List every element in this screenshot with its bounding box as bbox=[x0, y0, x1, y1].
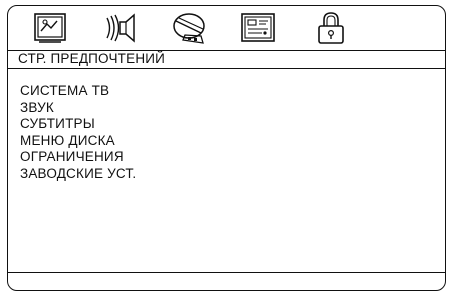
preference-menu: СИСТЕМА ТВ ЗВУК СУБТИТРЫ МЕНЮ ДИСКА ОГРА… bbox=[20, 83, 136, 183]
preference-panel-icon bbox=[241, 13, 275, 42]
menu-item-audio[interactable]: ЗВУК bbox=[20, 100, 136, 117]
menu-item-disc-menu[interactable]: МЕНЮ ДИСКА bbox=[20, 133, 136, 150]
menu-item-factory-defaults[interactable]: ЗАВОДСКИЕ УСТ. bbox=[20, 166, 136, 183]
setup-tab-bar bbox=[7, 5, 446, 52]
menu-item-tv-system[interactable]: СИСТЕМА ТВ bbox=[20, 83, 136, 100]
tab-preferences[interactable] bbox=[240, 11, 276, 45]
monitor-settings-icon bbox=[34, 13, 66, 43]
menu-item-parental-control[interactable]: ОГРАНИЧЕНИЯ bbox=[20, 149, 136, 166]
menu-item-subtitles[interactable]: СУБТИТРЫ bbox=[20, 116, 136, 133]
tab-general[interactable] bbox=[33, 11, 69, 45]
page-title: СТР. ПРЕДПОЧТЕНИЙ bbox=[18, 51, 166, 66]
padlock-icon bbox=[318, 12, 344, 44]
status-divider bbox=[8, 272, 445, 273]
tab-audio[interactable] bbox=[103, 11, 139, 45]
tab-password[interactable] bbox=[313, 11, 349, 45]
tab-video[interactable] bbox=[171, 11, 207, 45]
disc-film-icon bbox=[173, 13, 205, 44]
title-divider bbox=[8, 68, 445, 69]
speaker-sound-icon bbox=[106, 13, 135, 43]
